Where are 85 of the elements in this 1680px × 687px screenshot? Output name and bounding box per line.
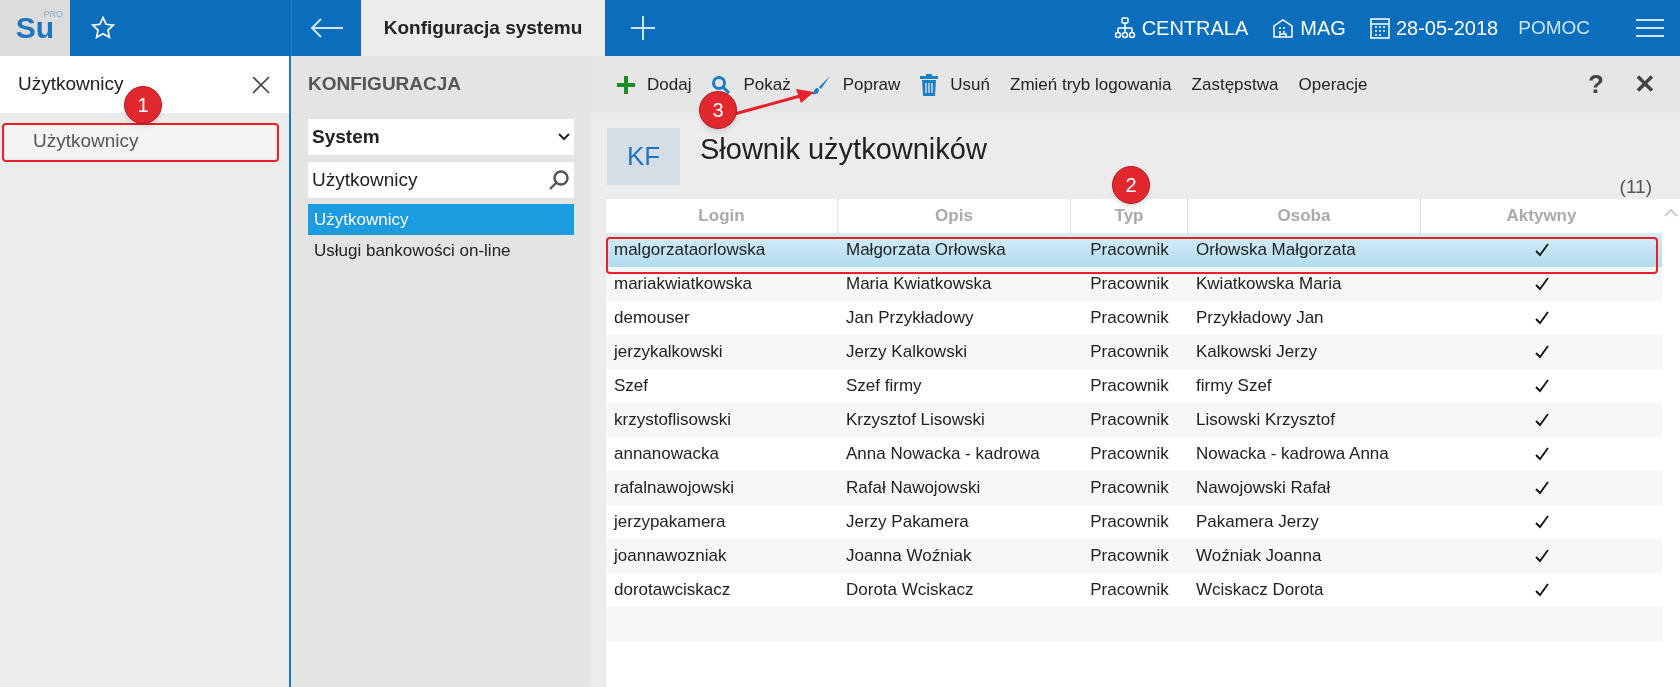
toolbar-button[interactable]: Zastępstwa	[1191, 71, 1279, 98]
plus-icon	[630, 15, 656, 41]
table-cell-text: Nowacka - kadrowa Anna	[1196, 443, 1389, 466]
network-icon	[1113, 17, 1136, 39]
toolbar-button[interactable]: Dodaj	[617, 71, 692, 98]
star-icon	[90, 15, 116, 41]
table-cell-text: annanowacka	[614, 443, 719, 466]
app-logo: SuPRO	[0, 0, 70, 56]
document-badge: KF	[607, 128, 680, 185]
search-icon	[711, 74, 732, 95]
table-cell-text: malgorzataorlowska	[614, 239, 766, 262]
table-cell-text: Pracownik	[1090, 239, 1169, 262]
table-cell-text: Anna Nowacka - kadrowa	[846, 443, 1040, 466]
table-cell-text: firmy Szef	[1196, 375, 1272, 398]
table-cell-text: jerzypakamera	[614, 511, 726, 534]
chevron-down-icon	[558, 133, 570, 141]
panel-title: KONFIGURACJA	[308, 72, 463, 97]
table-cell-text: Wciskacz Dorota	[1196, 579, 1324, 602]
table-cell-text: Jerzy Kalkowski	[846, 341, 967, 364]
table-cell-text: mariakwiatkowska	[614, 273, 752, 296]
table-cell-text: Pracownik	[1090, 545, 1169, 568]
table-cell-text: Dorota Wciskacz	[846, 579, 974, 602]
table-cell-text: Pakamera Jerzy	[1196, 511, 1319, 534]
help-button[interactable]: ?	[1588, 65, 1604, 104]
table-cell-text: Kalkowski Jerzy	[1196, 341, 1317, 364]
table-cell-text: Pracownik	[1090, 477, 1169, 500]
table-cell-text: Szef	[614, 375, 649, 398]
record-count: (11)	[1619, 177, 1652, 199]
search-result[interactable]: Użytkownicy	[5, 125, 275, 158]
close-icon[interactable]	[251, 74, 271, 95]
building-icon	[1272, 17, 1295, 39]
table-row[interactable]: rafalnawojowski Rafał Nawojowski Pracownik Nawojowski Rafał	[606, 471, 1662, 505]
status-label[interactable]: MAG	[1300, 13, 1346, 43]
plus-icon	[617, 75, 635, 94]
table-cell-text: Joanna Woźniak	[846, 545, 972, 568]
table-cell-text: Maria Kwiatkowska	[846, 273, 992, 296]
table-row[interactable]: joannawozniak Joanna Woźniak Pracownik Woźniak Joanna	[606, 539, 1662, 573]
table-cell-text: krzystoflisowski	[614, 409, 732, 432]
table-cell-text: rafalnawojowski	[614, 477, 734, 500]
toolbar-button[interactable]: Zmień tryb logowania	[1010, 71, 1172, 98]
table-cell-text: Pracownik	[1090, 409, 1169, 432]
search-icon	[548, 169, 570, 191]
table-cell-text: Krzysztof Lisowski	[846, 409, 985, 432]
table-cell-text: Przykładowy Jan	[1196, 307, 1324, 330]
table-cell-text: Pracownik	[1090, 511, 1169, 534]
table-cell-text: Pracownik	[1090, 375, 1169, 398]
table-cell-text: demouser	[614, 307, 690, 330]
table-cell-text: dorotawciskacz	[614, 579, 731, 602]
table-cell-text: Pracownik	[1090, 579, 1169, 602]
back-arrow-icon	[309, 18, 344, 38]
table-cell-text: Szef firmy	[846, 375, 922, 398]
section-dropdown[interactable]: System	[308, 119, 574, 155]
table-cell-text: Pracownik	[1090, 443, 1169, 466]
search-query[interactable]: Użytkownicy	[18, 70, 124, 99]
status-label[interactable]: CENTRALA	[1141, 13, 1249, 43]
table-cell-text: Pracownik	[1090, 341, 1169, 364]
table-cell-text: Orłowska Małgorzata	[1196, 239, 1356, 262]
table-cell-text: Małgorzata Orłowska	[846, 239, 1006, 262]
table-cell-text: Lisowski Krzysztof	[1196, 409, 1335, 432]
table-cell-text: Woźniak Joanna	[1196, 545, 1322, 568]
page-title: Słownik użytkowników	[700, 131, 987, 167]
nav-item[interactable]: Usługi bankowości on-line	[308, 235, 574, 266]
filter-field[interactable]: Użytkownicy	[308, 162, 574, 198]
calendar-icon	[1369, 17, 1390, 39]
table-row[interactable]: krzystoflisowski Krzysztof Lisowski Pracownik Lisowski Krzysztof	[606, 403, 1662, 437]
table-cell-text: Nawojowski Rafał	[1196, 477, 1331, 500]
menu-icon	[1636, 18, 1664, 38]
table-cell-text: Rafał Nawojowski	[846, 477, 981, 500]
toolbar-button[interactable]: Operacje	[1298, 71, 1368, 98]
active-tab[interactable]: Konfiguracja systemu	[361, 0, 605, 56]
close-button[interactable]: ✕	[1634, 65, 1656, 104]
table-cell-text: Kwiatkowska Maria	[1196, 273, 1342, 296]
table-row[interactable]: mariakwiatkowska Maria Kwiatkowska Pracownik Kwiatkowska Maria	[606, 267, 1662, 301]
status-label[interactable]: 28-05-2018	[1395, 13, 1499, 43]
table-cell-text: joannawozniak	[614, 545, 727, 568]
toolbar-button[interactable]: Usuń	[920, 71, 990, 98]
table-row[interactable]: jerzykalkowski Jerzy Kalkowski Pracownik Kalkowski Jerzy	[606, 335, 1662, 369]
table-cell-text: Pracownik	[1090, 273, 1169, 296]
table-cell-text: Jan Przykładowy	[846, 307, 974, 330]
table-cell-text: Pracownik	[1090, 307, 1169, 330]
help-link[interactable]: POMOC	[1518, 0, 1620, 56]
trash-icon	[920, 73, 939, 96]
table-cell-text: Jerzy Pakamera	[846, 511, 969, 534]
table-cell-text: jerzykalkowski	[614, 341, 723, 364]
selected-row[interactable]: malgorzataorlowska Małgorzata Orłowska Pracownik Orłowska Małgorzata	[606, 233, 1662, 267]
